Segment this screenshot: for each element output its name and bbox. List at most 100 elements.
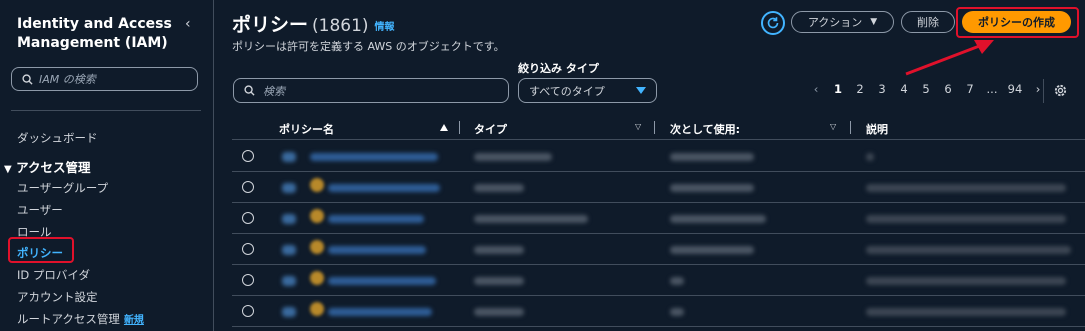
policy-desc-blurred <box>866 277 1066 285</box>
collapse-sidebar-icon[interactable]: ‹ <box>185 16 191 32</box>
sidebar-item-account-settings[interactable]: アカウント設定 <box>17 289 98 305</box>
column-used-as[interactable]: 次として使用: <box>670 121 740 137</box>
sidebar-item-users[interactable]: ユーザー <box>17 202 63 218</box>
row-radio[interactable] <box>242 181 254 193</box>
sidebar-item-identity-providers[interactable]: ID プロバイダ <box>17 267 90 283</box>
page-title: ポリシー (1861) 情報 <box>232 10 395 37</box>
sidebar-search-placeholder: IAM の検索 <box>39 73 96 86</box>
policy-icon <box>282 245 296 255</box>
table-row[interactable] <box>232 203 1085 234</box>
policy-use-blurred <box>670 277 684 285</box>
policy-count: (1861) <box>312 16 369 36</box>
new-badge: 新規 <box>123 315 144 326</box>
page-6[interactable]: 6 <box>937 82 959 96</box>
table-row[interactable] <box>232 265 1085 296</box>
sidebar-search-input[interactable]: IAM の検索 <box>11 67 198 91</box>
policy-search-input[interactable]: 検索 <box>233 78 509 103</box>
refresh-button[interactable] <box>761 11 785 35</box>
table-row[interactable] <box>232 172 1085 203</box>
policy-desc-blurred <box>866 215 1066 223</box>
policy-desc-blurred <box>866 184 1066 192</box>
page-4[interactable]: 4 <box>893 82 915 96</box>
sidebar-section-label: アクセス管理 <box>16 160 91 175</box>
policy-type-blurred <box>474 215 588 223</box>
create-policy-button[interactable]: ポリシーの作成 <box>962 11 1071 33</box>
column-divider <box>654 121 655 134</box>
annotation-arrow-icon <box>905 40 994 76</box>
gear-icon[interactable] <box>1053 83 1068 98</box>
sidebar-item-policies[interactable]: ポリシー <box>17 245 63 261</box>
policy-icon <box>282 214 296 224</box>
column-type[interactable]: タイプ <box>474 121 507 137</box>
page-5[interactable]: 5 <box>915 82 937 96</box>
column-divider <box>850 121 851 134</box>
policy-icon <box>282 152 296 162</box>
page-ellipsis: ... <box>986 82 998 96</box>
policy-use-blurred <box>670 308 684 316</box>
table-header: ポリシー名 タイプ ▽ 次として使用: ▽ 説明 <box>232 116 1085 140</box>
row-radio[interactable] <box>242 150 254 162</box>
sidebar-title[interactable]: Identity and Access Management (IAM) <box>17 15 182 53</box>
sort-ascending-icon[interactable] <box>440 124 448 131</box>
policy-desc-blurred <box>866 153 874 161</box>
page-2[interactable]: 2 <box>849 82 871 96</box>
row-radio[interactable] <box>242 243 254 255</box>
actions-label: アクション <box>807 16 863 29</box>
row-radio[interactable] <box>242 274 254 286</box>
column-divider <box>459 121 460 134</box>
sidebar-item-root-access[interactable]: ルートアクセス管理 新規 <box>17 311 144 327</box>
aws-managed-icon <box>310 209 324 223</box>
policy-type-blurred <box>474 277 524 285</box>
filter-type-label: 絞り込み タイプ <box>518 62 599 75</box>
previous-page-icon[interactable]: ‹ <box>805 82 827 96</box>
search-icon <box>22 73 33 85</box>
filter-type-select[interactable]: すべてのタイプ <box>518 78 657 103</box>
policy-name-blurred[interactable] <box>310 153 438 161</box>
aws-managed-icon <box>310 240 324 254</box>
page-last[interactable]: 94 <box>1003 82 1027 96</box>
policy-use-blurred <box>670 153 754 161</box>
policy-name-blurred[interactable] <box>328 277 436 285</box>
policy-use-blurred <box>670 184 754 192</box>
caret-down-icon: ▼ <box>4 164 12 175</box>
page-3[interactable]: 3 <box>871 82 893 96</box>
policy-use-blurred <box>670 246 754 254</box>
table-row[interactable] <box>232 296 1085 327</box>
policy-name-blurred[interactable] <box>328 215 424 223</box>
policy-desc-blurred <box>866 246 1071 254</box>
row-radio[interactable] <box>242 305 254 317</box>
policy-name-blurred[interactable] <box>328 308 432 316</box>
search-placeholder: 検索 <box>263 84 285 98</box>
sort-icon[interactable]: ▽ <box>830 122 836 131</box>
policy-name-blurred[interactable] <box>328 184 440 192</box>
page-title-text: ポリシー <box>232 14 309 36</box>
pagination: ‹ 1 2 3 4 5 6 7 ... 94 › <box>805 82 1049 96</box>
policy-icon <box>282 307 296 317</box>
info-link[interactable]: 情報 <box>375 22 395 33</box>
page-1[interactable]: 1 <box>827 82 849 96</box>
delete-button[interactable]: 削除 <box>901 11 955 33</box>
page-subtitle: ポリシーは許可を定義する AWS のオブジェクトです。 <box>232 40 505 53</box>
sidebar-section-access-management[interactable]: ▼ アクセス管理 <box>4 157 90 176</box>
page-7[interactable]: 7 <box>959 82 981 96</box>
sidebar-item-user-groups[interactable]: ユーザーグループ <box>17 180 108 196</box>
policy-type-blurred <box>474 246 524 254</box>
policy-type-blurred <box>474 308 524 316</box>
policy-type-blurred <box>474 153 552 161</box>
refresh-icon <box>767 17 779 29</box>
table-row[interactable] <box>232 234 1085 265</box>
column-policy-name[interactable]: ポリシー名 <box>279 121 334 137</box>
policy-name-blurred[interactable] <box>328 246 426 254</box>
row-radio[interactable] <box>242 212 254 224</box>
sidebar-item-dashboard[interactable]: ダッシュボード <box>17 130 98 146</box>
column-description[interactable]: 説明 <box>866 121 888 137</box>
policy-icon <box>282 183 296 193</box>
aws-managed-icon <box>310 302 324 316</box>
policy-desc-blurred <box>866 308 1066 316</box>
pager-divider <box>1043 79 1044 103</box>
table-row[interactable] <box>232 141 1085 172</box>
actions-dropdown-button[interactable]: アクション ▼ <box>791 11 894 33</box>
sort-icon[interactable]: ▽ <box>635 122 641 131</box>
aws-managed-icon <box>310 271 324 285</box>
next-page-icon[interactable]: › <box>1027 82 1049 96</box>
